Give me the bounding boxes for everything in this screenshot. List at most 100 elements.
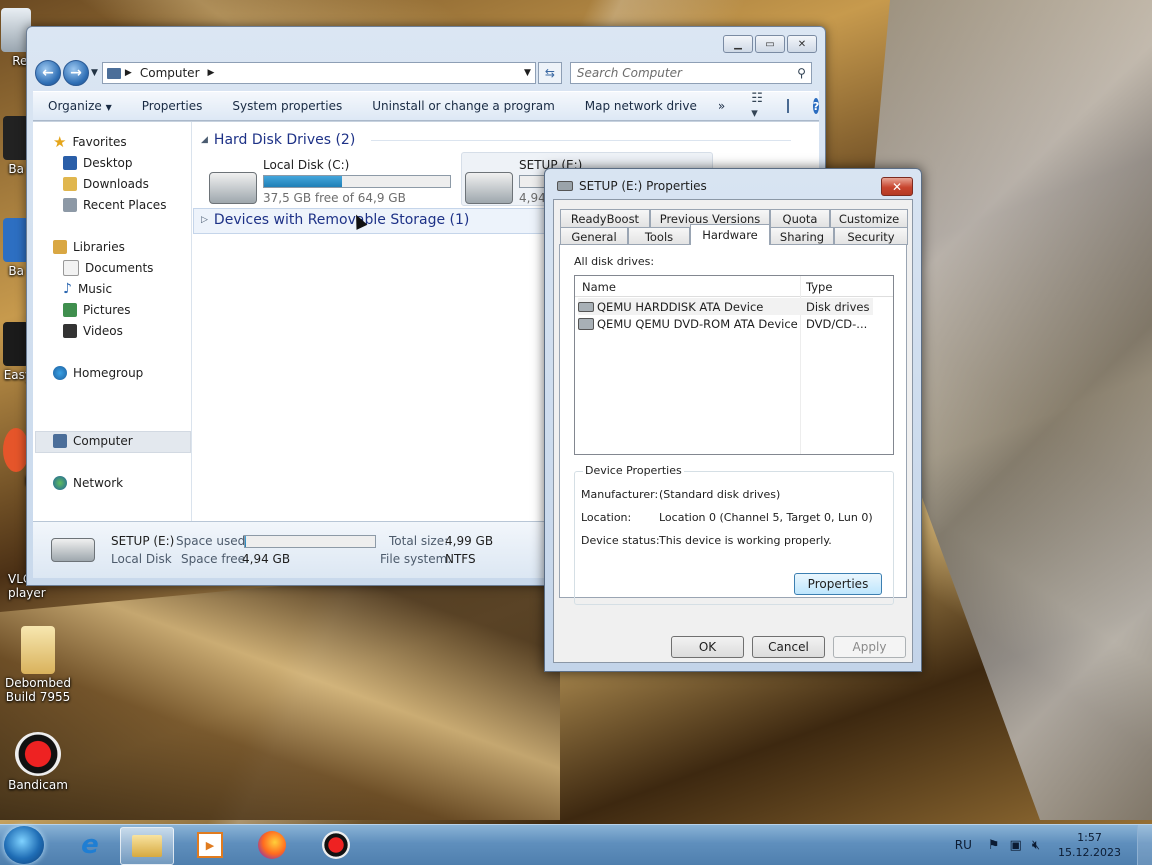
breadcrumb-computer[interactable]: Computer xyxy=(140,66,200,80)
disk-drives-list[interactable]: Name Type QEMU HARDDISK ATA Device Disk … xyxy=(574,275,894,455)
nav-documents[interactable]: Documents xyxy=(63,258,153,278)
nav-pictures[interactable]: Pictures xyxy=(63,300,131,320)
nav-videos[interactable]: Videos xyxy=(63,321,123,341)
address-bar[interactable]: ▶ Computer ▶ ▼ xyxy=(101,62,536,84)
network-icon xyxy=(53,476,67,490)
space-used-bar xyxy=(244,535,376,548)
group-header-hdd[interactable]: ◢ Hard Disk Drives (2) xyxy=(201,132,792,148)
system-properties-button[interactable]: System properties xyxy=(217,99,357,113)
desktop-icon-bandicam[interactable]: Bandicam xyxy=(2,732,74,792)
tab-hardware[interactable]: Hardware xyxy=(690,224,770,245)
dialog-close-button[interactable]: ✕ xyxy=(881,177,913,196)
ok-button[interactable]: OK xyxy=(671,636,744,658)
back-button[interactable]: ← xyxy=(35,60,61,86)
tab-tools[interactable]: Tools xyxy=(628,227,690,245)
chevron-right-icon: ▷ xyxy=(201,215,208,225)
show-desktop-button[interactable] xyxy=(1137,825,1152,865)
maximize-button[interactable]: ▭ xyxy=(755,35,785,53)
breadcrumb-arrow-icon[interactable]: ▶ xyxy=(208,68,215,78)
desktop-icon-debombed[interactable]: Debombed Build 7955 xyxy=(2,626,74,704)
taskbar-explorer[interactable] xyxy=(120,827,174,865)
bandicam-icon xyxy=(15,732,61,776)
videos-icon xyxy=(63,324,77,338)
organize-button[interactable]: Organize ▼ xyxy=(33,99,127,113)
tab-readyboost[interactable]: ReadyBoost xyxy=(560,209,650,227)
computer-icon xyxy=(53,434,67,448)
refresh-button[interactable]: ⇆ xyxy=(537,62,562,84)
device-properties-label: Device Properties xyxy=(583,464,684,477)
drive-icon xyxy=(557,181,573,191)
preview-pane-icon[interactable] xyxy=(786,99,789,113)
nav-computer[interactable]: Computer xyxy=(53,431,133,451)
chevron-down-icon: ◢ xyxy=(201,135,208,145)
forward-button[interactable]: → xyxy=(63,60,89,86)
chevron-down-icon: ▼ xyxy=(105,103,112,112)
uninstall-button[interactable]: Uninstall or change a program xyxy=(357,99,570,113)
volume-muted-icon[interactable]: 🔇︎ xyxy=(1032,838,1040,853)
folder-icon xyxy=(21,626,55,674)
hardware-tab-panel: All disk drives: Name Type QEMU HARDDISK… xyxy=(559,244,907,605)
drive-icon xyxy=(51,538,95,562)
desktop-icon xyxy=(63,156,77,170)
tab-quota[interactable]: Quota xyxy=(770,209,830,227)
search-input[interactable]: Search Computer ⚲ xyxy=(569,62,812,84)
nav-music[interactable]: ♪ Music xyxy=(63,279,112,299)
language-indicator[interactable]: RU xyxy=(955,838,972,852)
more-commands-button[interactable]: » xyxy=(712,99,731,113)
device-properties-group: Device Properties Manufacturer: (Standar… xyxy=(574,464,894,605)
search-icon: ⚲ xyxy=(797,66,806,80)
start-button[interactable] xyxy=(4,826,44,864)
hard-drive-windows-icon xyxy=(209,172,257,204)
list-item[interactable]: QEMU QEMU DVD-ROM ATA Device DVD/CD-... xyxy=(578,315,873,332)
clock[interactable]: 1:57 15.12.2023 xyxy=(1058,830,1121,860)
star-icon: ★ xyxy=(53,133,67,151)
tab-security[interactable]: Security xyxy=(834,227,908,245)
nav-downloads[interactable]: Downloads xyxy=(63,174,149,194)
bandicam-icon xyxy=(322,831,350,859)
map-network-drive-button[interactable]: Map network drive xyxy=(570,99,712,113)
group-header-removable[interactable]: ▷ Devices with Removable Storage (1) xyxy=(201,212,469,228)
column-type[interactable]: Type xyxy=(806,280,832,294)
libraries-icon xyxy=(53,240,67,254)
properties-button[interactable]: Properties xyxy=(127,99,218,113)
list-item[interactable]: QEMU HARDDISK ATA Device Disk drives xyxy=(578,298,873,315)
apply-button[interactable]: Apply xyxy=(833,636,906,658)
breadcrumb-arrow-icon[interactable]: ▶ xyxy=(125,68,132,78)
taskbar-firefox[interactable] xyxy=(246,827,298,863)
taskbar-media-player[interactable]: ▶ xyxy=(184,827,236,863)
tab-sharing[interactable]: Sharing xyxy=(770,227,834,245)
nav-libraries[interactable]: Libraries xyxy=(53,237,125,257)
address-dropdown-icon[interactable]: ▼ xyxy=(524,68,531,78)
pictures-icon xyxy=(63,303,77,317)
change-view-icon[interactable]: ☷ ▾ xyxy=(751,91,763,121)
dialog-title: SETUP (E:) Properties xyxy=(557,179,707,193)
recent-places-icon xyxy=(63,198,77,212)
column-name[interactable]: Name xyxy=(582,280,616,294)
dialog-client: ReadyBoost Previous Versions Quota Custo… xyxy=(553,199,913,663)
nav-homegroup[interactable]: Homegroup xyxy=(53,363,143,383)
action-center-flag-icon[interactable]: ⚑ xyxy=(988,838,1000,853)
taskbar-bandicam[interactable] xyxy=(310,827,362,863)
cancel-button[interactable]: Cancel xyxy=(752,636,825,658)
close-button[interactable]: ✕ xyxy=(787,35,817,53)
list-header: Name Type xyxy=(575,276,893,454)
navigation-bar: ← → ▼ ▶ Computer ▶ ▼ ⇆ Search Computer ⚲ xyxy=(35,60,817,86)
group-divider xyxy=(371,139,792,141)
nav-desktop[interactable]: Desktop xyxy=(63,153,133,173)
hard-disk-icon xyxy=(578,301,594,312)
recent-pages-icon[interactable]: ▼ xyxy=(91,68,98,78)
help-icon[interactable]: ? xyxy=(812,98,820,114)
tab-customize[interactable]: Customize xyxy=(830,209,908,227)
computer-icon xyxy=(106,67,121,79)
device-properties-button[interactable]: Properties xyxy=(794,573,882,595)
media-player-icon: ▶ xyxy=(197,832,223,858)
nav-network[interactable]: Network xyxy=(53,473,123,493)
drive-c[interactable]: Local Disk (C:) 37,5 GB free of 64,9 GB xyxy=(209,158,459,208)
nav-favorites[interactable]: ★ Favorites xyxy=(53,132,127,152)
tab-general[interactable]: General xyxy=(560,227,628,245)
minimize-button[interactable]: ▁ xyxy=(723,35,753,53)
network-icon[interactable]: ▣ xyxy=(1010,838,1022,853)
taskbar-internet-explorer[interactable]: e xyxy=(64,827,116,863)
documents-icon xyxy=(63,260,79,276)
nav-recent-places[interactable]: Recent Places xyxy=(63,195,166,215)
